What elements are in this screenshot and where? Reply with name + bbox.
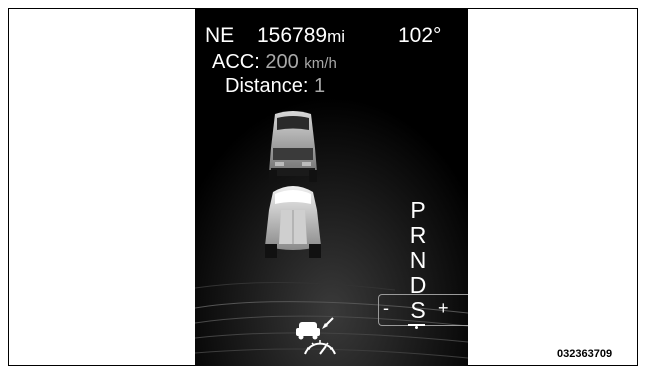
manual-shift-minus: - — [383, 298, 389, 318]
gear-s-dot — [415, 326, 418, 329]
acc-set-speed: ACC: 200 km/h — [212, 51, 337, 74]
outside-temperature: 102° — [398, 24, 442, 47]
figure-code: 032363709 — [557, 348, 613, 360]
odometer-unit: mi — [327, 27, 346, 46]
gear-n: N — [409, 247, 427, 273]
gear-r: R — [409, 222, 427, 248]
gear-p: P — [410, 197, 426, 223]
own-vehicle-icon — [265, 186, 321, 258]
acc-speed-unit: km/h — [304, 55, 337, 72]
lead-vehicle-icon — [269, 111, 317, 182]
selected-gear-indicator — [378, 294, 468, 326]
instrument-cluster-display: NE 156789mi 102° ACC: 200 km/h Distance:… — [195, 8, 468, 366]
acc-vehicle-speedometer-icon — [296, 317, 336, 355]
odometer-value: 156789 — [257, 24, 328, 47]
acc-label: ACC: — [212, 51, 260, 73]
manual-shift-plus: + — [438, 298, 449, 318]
compass-heading: NE — [205, 24, 235, 47]
acc-speed-value: 200 — [265, 51, 299, 73]
distance-label: Distance: — [225, 75, 309, 97]
distance-value: 1 — [313, 75, 326, 97]
acc-distance-setting: Distance: 1 — [225, 75, 325, 98]
odometer: 156789mi — [257, 24, 345, 48]
